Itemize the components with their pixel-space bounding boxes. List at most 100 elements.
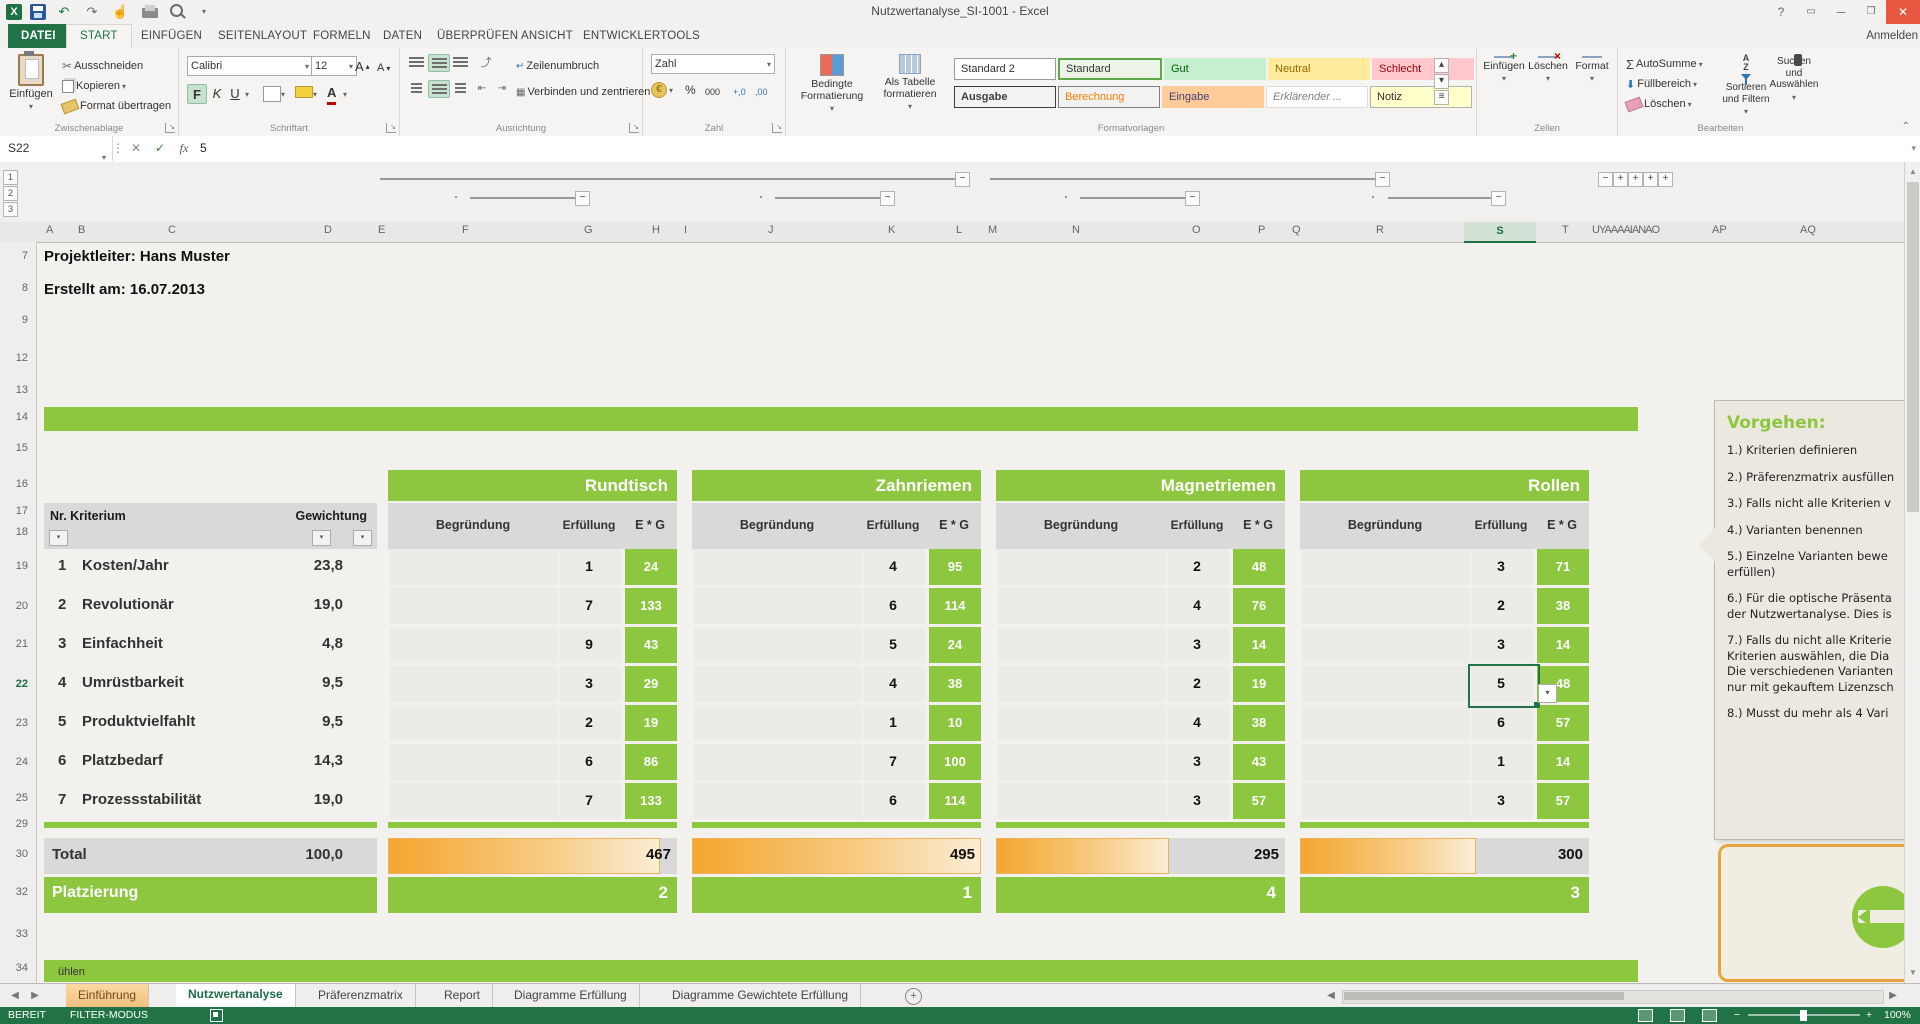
- row-header[interactable]: 33: [16, 928, 28, 940]
- style-neutral[interactable]: Neutral: [1268, 58, 1370, 80]
- variant-cell-row[interactable]: 314: [1300, 627, 1589, 663]
- collapse-group-button[interactable]: −: [1185, 191, 1200, 206]
- col-header[interactable]: C: [168, 224, 176, 236]
- accounting-format-button[interactable]: €▾: [651, 80, 673, 100]
- vertical-scrollbar[interactable]: ▲ ▼: [1904, 162, 1920, 983]
- italic-button[interactable]: K: [209, 84, 225, 102]
- filter-dropdown-icon[interactable]: ▾: [49, 530, 68, 546]
- criteria-row[interactable]: 3 Einfachheit 4,8: [44, 627, 377, 663]
- vorgehen-callout[interactable]: Vorgehen: 1.) Kriterien definieren 2.) P…: [1714, 400, 1908, 840]
- bold-button[interactable]: F: [187, 84, 207, 104]
- criteria-row[interactable]: 1 Kosten/Jahr 23,8: [44, 549, 377, 585]
- outline-level-1[interactable]: 1: [3, 170, 18, 185]
- sign-in-label[interactable]: Anmelden: [1866, 24, 1918, 48]
- collapse-group-button[interactable]: −: [880, 191, 895, 206]
- scroll-down-icon[interactable]: ▼: [1906, 965, 1920, 981]
- row-header[interactable]: 16: [16, 478, 28, 490]
- style-berechnung[interactable]: Berechnung: [1058, 86, 1160, 108]
- selected-cell-S22[interactable]: [1468, 664, 1540, 708]
- col-header[interactable]: G: [584, 224, 593, 236]
- criteria-row[interactable]: 5 Produktvielfahlt 9,5: [44, 705, 377, 741]
- row-header[interactable]: 32: [16, 886, 28, 898]
- page-break-view-icon[interactable]: [1702, 1009, 1717, 1022]
- row-header[interactable]: 8: [22, 282, 28, 294]
- number-format-select[interactable]: Zahl▾: [651, 54, 775, 74]
- col-header[interactable]: H: [652, 224, 660, 236]
- font-family-select[interactable]: Calibri▾: [187, 56, 313, 76]
- align-left-icon[interactable]: [406, 80, 426, 96]
- percent-button[interactable]: %: [685, 80, 696, 100]
- gallery-more-icon[interactable]: ≡: [1434, 90, 1449, 105]
- expand-group-button[interactable]: +: [1613, 172, 1628, 187]
- cancel-icon[interactable]: ✕: [124, 136, 148, 161]
- autosum-button[interactable]: Σ AutoSumme▾: [1626, 54, 1703, 74]
- format-painter-button[interactable]: Format übertragen: [62, 96, 171, 116]
- variant-cell-row[interactable]: 6114: [692, 588, 981, 624]
- col-header[interactable]: E: [378, 224, 385, 236]
- created-date-text[interactable]: Erstellt am: 16.07.2013: [44, 281, 205, 298]
- formula-bar-expand-icon[interactable]: ▾: [1911, 136, 1916, 161]
- fill-button[interactable]: ⬇ Füllbereich▾: [1626, 74, 1697, 94]
- underline-button[interactable]: U: [227, 84, 243, 102]
- row-header[interactable]: 17: [16, 505, 28, 517]
- variant-cell-row[interactable]: 686: [388, 744, 677, 780]
- align-middle-icon[interactable]: [428, 54, 450, 72]
- insert-cells-button[interactable]: + Einfügen ▾: [1483, 56, 1525, 76]
- col-header[interactable]: J: [768, 224, 774, 236]
- col-header[interactable]: F: [462, 224, 469, 236]
- sort-filter-button[interactable]: AZ Sortieren und Filtern ▾: [1722, 54, 1770, 74]
- variant-cell-row[interactable]: 238: [1300, 588, 1589, 624]
- col-header[interactable]: B: [78, 224, 85, 236]
- variant-rank-cell[interactable]: 4: [996, 877, 1285, 913]
- maximize-button[interactable]: ❐: [1856, 0, 1886, 24]
- col-header[interactable]: D: [324, 224, 332, 236]
- variant-total-cell[interactable]: 295: [996, 838, 1285, 874]
- tab-datei[interactable]: DATEI: [8, 24, 69, 48]
- col-header[interactable]: AP: [1712, 224, 1727, 236]
- collapse-group-button[interactable]: −: [575, 191, 590, 206]
- style-schlecht[interactable]: Schlecht: [1372, 58, 1474, 80]
- remove-decimal-button[interactable]: ,00: [755, 82, 768, 102]
- macro-record-icon[interactable]: [210, 1009, 223, 1022]
- style-standard-2[interactable]: Standard 2: [954, 58, 1056, 80]
- zoom-level[interactable]: 100%: [1884, 1009, 1911, 1021]
- variant-cell-row[interactable]: 438: [692, 666, 981, 702]
- ribbon-options-button[interactable]: ▭: [1796, 0, 1826, 24]
- row-header[interactable]: 9: [22, 314, 28, 326]
- wrap-text-button[interactable]: ↵ Zeilenumbruch: [516, 56, 599, 76]
- expand-group-button[interactable]: +: [1658, 172, 1673, 187]
- style-erklaerender[interactable]: Erklärender ...: [1266, 86, 1368, 108]
- criteria-row[interactable]: 7 Prozessstabilität 19,0: [44, 783, 377, 819]
- tab-entwicklertools[interactable]: ENTWICKLERTOOLS: [570, 24, 713, 48]
- variant-cell-row[interactable]: 657: [1300, 705, 1589, 741]
- gallery-down-icon[interactable]: ▾: [1434, 74, 1449, 89]
- row-header[interactable]: 13: [16, 384, 28, 396]
- col-header[interactable]: A: [46, 224, 53, 236]
- col-header[interactable]: Q: [1292, 224, 1301, 236]
- criteria-row[interactable]: 4 Umrüstbarkeit 9,5: [44, 666, 377, 702]
- zoom-in-icon[interactable]: +: [1866, 1009, 1872, 1021]
- add-decimal-button[interactable]: +,0: [733, 82, 746, 102]
- row-header[interactable]: 12: [16, 352, 28, 364]
- find-select-button[interactable]: Suchen und Auswählen ▾: [1770, 54, 1818, 74]
- variant-total-cell[interactable]: 495: [692, 838, 981, 874]
- row-header-selected[interactable]: 22: [16, 678, 28, 690]
- collapse-group-button[interactable]: −: [1491, 191, 1506, 206]
- variant-rank-cell[interactable]: 3: [1300, 877, 1589, 913]
- variant-cell-row[interactable]: 6114: [692, 783, 981, 819]
- sheet-tab-praeferenzmatrix[interactable]: Präferenzmatrix: [306, 984, 416, 1008]
- format-cells-button[interactable]: Format ▾: [1571, 56, 1613, 76]
- variant-cell-row[interactable]: 314: [996, 627, 1285, 663]
- col-header[interactable]: T: [1562, 224, 1569, 236]
- horizontal-scroll-thumb[interactable]: [1344, 992, 1624, 1000]
- copy-button[interactable]: Kopieren ▾: [62, 76, 126, 96]
- grow-font-button[interactable]: A▴: [355, 56, 370, 76]
- close-button[interactable]: ✕: [1886, 0, 1920, 24]
- align-center-icon[interactable]: [428, 80, 450, 98]
- sheet-tab-einfuehrung[interactable]: Einführung: [66, 984, 149, 1008]
- col-header[interactable]: R: [1376, 224, 1384, 236]
- style-notiz[interactable]: Notiz: [1370, 86, 1472, 108]
- variant-rank-cell[interactable]: 2: [388, 877, 677, 913]
- col-header[interactable]: I: [684, 224, 687, 236]
- sheet-tab-report[interactable]: Report: [432, 984, 493, 1008]
